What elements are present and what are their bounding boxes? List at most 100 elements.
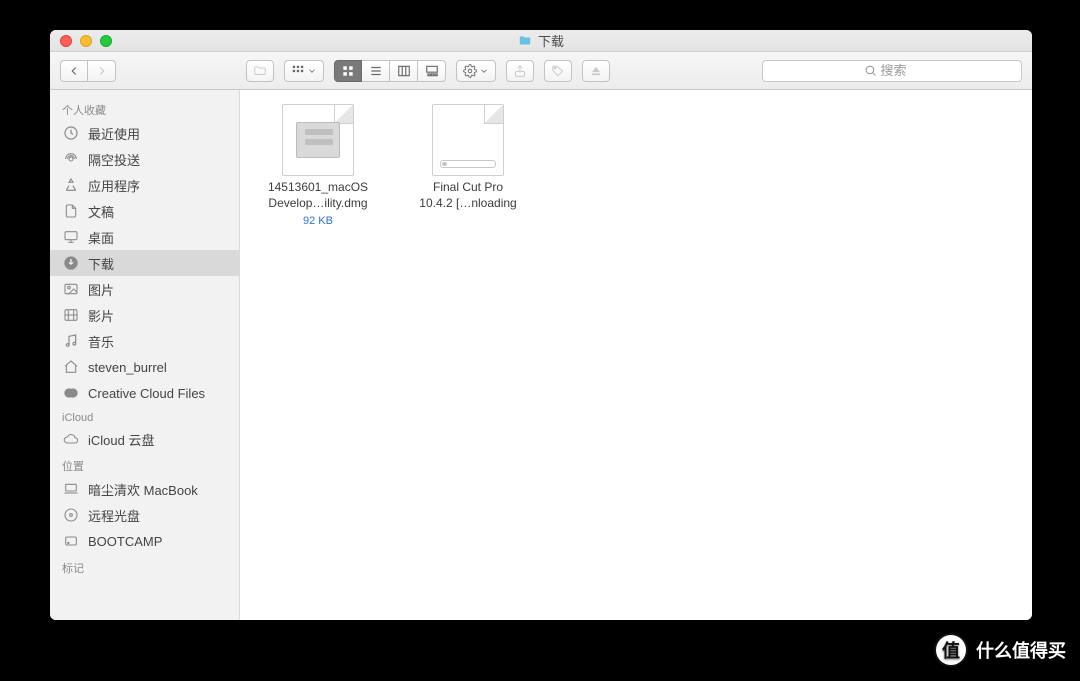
sidebar-item-label: steven_burrel bbox=[88, 360, 167, 375]
sidebar-section-header: 个人收藏 bbox=[50, 96, 239, 120]
apps-icon bbox=[62, 176, 80, 194]
zoom-window-button[interactable] bbox=[100, 35, 112, 47]
window-controls bbox=[60, 35, 112, 47]
watermark-text: 什么值得买 bbox=[976, 637, 1066, 663]
disc-icon bbox=[62, 506, 80, 524]
movie-icon bbox=[62, 306, 80, 324]
view-icon-button[interactable] bbox=[334, 60, 362, 82]
sidebar-item-label: BOOTCAMP bbox=[88, 534, 162, 549]
share-button[interactable] bbox=[506, 60, 534, 82]
sidebar-item-label: Creative Cloud Files bbox=[88, 386, 205, 401]
sidebar-item-label: 远程光盘 bbox=[88, 506, 140, 525]
sidebar-section-header: 位置 bbox=[50, 452, 239, 476]
tags-button[interactable] bbox=[544, 60, 572, 82]
forward-button[interactable] bbox=[88, 60, 116, 82]
file-name: Final Cut Pro10.4.2 […nloading bbox=[419, 180, 516, 211]
sidebar-item[interactable]: Creative Cloud Files bbox=[50, 380, 239, 406]
window-title-text: 下载 bbox=[538, 31, 564, 50]
file-thumbnail bbox=[432, 104, 504, 176]
search-input[interactable] bbox=[881, 63, 921, 78]
home-icon bbox=[62, 358, 80, 376]
sidebar-item-label: iCloud 云盘 bbox=[88, 430, 154, 449]
back-button[interactable] bbox=[60, 60, 88, 82]
eject-icon bbox=[589, 64, 603, 78]
gear-icon bbox=[463, 64, 477, 78]
grid-group-icon bbox=[291, 64, 305, 78]
sidebar-item[interactable]: 远程光盘 bbox=[50, 502, 239, 528]
download-progress-icon bbox=[440, 160, 496, 168]
nav-buttons bbox=[60, 60, 116, 82]
finder-window: 下载 个人收藏最近使用隔空投送应用 bbox=[50, 30, 1032, 620]
sidebar-item[interactable]: 隔空投送 bbox=[50, 146, 239, 172]
laptop-icon bbox=[62, 480, 80, 498]
clock-icon bbox=[62, 124, 80, 142]
toolbar bbox=[50, 52, 1032, 90]
eject-button[interactable] bbox=[582, 60, 610, 82]
sidebar-item[interactable]: 最近使用 bbox=[50, 120, 239, 146]
sidebar-item[interactable]: 下载 bbox=[50, 250, 239, 276]
sidebar-section-header: 标记 bbox=[50, 554, 239, 578]
action-dropdown[interactable] bbox=[456, 60, 496, 82]
folder-icon bbox=[518, 34, 532, 48]
sidebar-item[interactable]: 文稿 bbox=[50, 198, 239, 224]
view-gallery-button[interactable] bbox=[418, 60, 446, 82]
watermark: 值 什么值得买 bbox=[934, 633, 1066, 667]
sidebar-item-label: 文稿 bbox=[88, 202, 114, 221]
chevron-down-icon bbox=[307, 66, 317, 76]
folder-dropdown[interactable] bbox=[246, 60, 274, 82]
view-list-button[interactable] bbox=[362, 60, 390, 82]
airdrop-icon bbox=[62, 150, 80, 168]
doc-icon bbox=[62, 202, 80, 220]
drive-icon bbox=[62, 532, 80, 550]
sidebar-item[interactable]: 桌面 bbox=[50, 224, 239, 250]
list-view-icon bbox=[369, 64, 383, 78]
chevron-down-icon bbox=[479, 66, 489, 76]
close-window-button[interactable] bbox=[60, 35, 72, 47]
cloud-icon bbox=[62, 430, 80, 448]
sidebar-item-label: 音乐 bbox=[88, 332, 114, 351]
file-name: 14513601_macOSDevelop…ility.dmg bbox=[268, 180, 368, 211]
photo-icon bbox=[62, 280, 80, 298]
sidebar-section-header: iCloud bbox=[50, 406, 239, 426]
sidebar-item[interactable]: iCloud 云盘 bbox=[50, 426, 239, 452]
sidebar-item-label: 图片 bbox=[88, 280, 114, 299]
gallery-view-icon bbox=[425, 64, 439, 78]
icon-view-icon bbox=[341, 64, 355, 78]
minimize-window-button[interactable] bbox=[80, 35, 92, 47]
file-browser-content[interactable]: 14513601_macOSDevelop…ility.dmg 92 KB Fina… bbox=[240, 90, 1032, 620]
sidebar-item[interactable]: 暗尘清欢 MacBook bbox=[50, 476, 239, 502]
tag-icon bbox=[551, 64, 565, 78]
sidebar: 个人收藏最近使用隔空投送应用程序文稿桌面下载图片影片音乐 steven_burre… bbox=[50, 90, 240, 620]
sidebar-item[interactable]: BOOTCAMP bbox=[50, 528, 239, 554]
view-column-button[interactable] bbox=[390, 60, 418, 82]
sidebar-item[interactable]: 图片 bbox=[50, 276, 239, 302]
watermark-badge: 值 bbox=[934, 633, 968, 667]
chevron-right-icon bbox=[95, 64, 109, 78]
file-item[interactable]: Final Cut Pro10.4.2 […nloading bbox=[408, 104, 528, 211]
cc-icon bbox=[62, 384, 80, 402]
sidebar-item[interactable]: 应用程序 bbox=[50, 172, 239, 198]
music-icon bbox=[62, 332, 80, 350]
chevron-left-icon bbox=[67, 64, 81, 78]
sidebar-item[interactable]: steven_burrel bbox=[50, 354, 239, 380]
view-mode-switcher bbox=[334, 60, 446, 82]
titlebar[interactable]: 下载 bbox=[50, 30, 1032, 52]
folder-outline-icon bbox=[253, 64, 267, 78]
file-meta: 92 KB bbox=[303, 215, 333, 227]
column-view-icon bbox=[397, 64, 411, 78]
sidebar-item[interactable]: 影片 bbox=[50, 302, 239, 328]
share-icon bbox=[513, 64, 527, 78]
desktop-icon bbox=[62, 228, 80, 246]
sidebar-item-label: 桌面 bbox=[88, 228, 114, 247]
sidebar-item-label: 下载 bbox=[88, 254, 114, 273]
search-icon bbox=[864, 64, 877, 77]
sidebar-item-label: 应用程序 bbox=[88, 176, 140, 195]
sidebar-item-label: 最近使用 bbox=[88, 124, 140, 143]
file-thumbnail bbox=[282, 104, 354, 176]
download-icon bbox=[62, 254, 80, 272]
arrange-dropdown[interactable] bbox=[284, 60, 324, 82]
file-item[interactable]: 14513601_macOSDevelop…ility.dmg 92 KB bbox=[258, 104, 378, 227]
sidebar-item-label: 暗尘清欢 MacBook bbox=[88, 480, 198, 499]
sidebar-item[interactable]: 音乐 bbox=[50, 328, 239, 354]
search-field[interactable] bbox=[762, 60, 1022, 82]
